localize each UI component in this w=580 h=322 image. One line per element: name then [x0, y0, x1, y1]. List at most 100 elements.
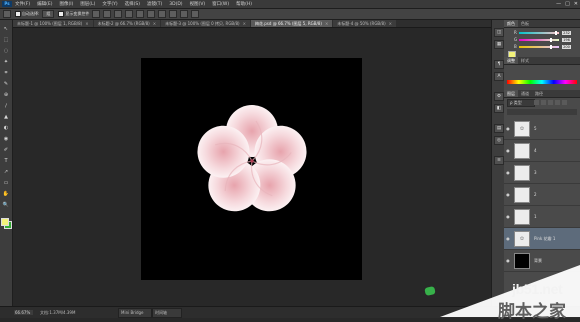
slider-thumb[interactable] [550, 44, 553, 49]
eye-icon[interactable]: ● [504, 126, 512, 131]
show-transform-checkbox[interactable]: 显示变换控件 [58, 11, 89, 17]
layer-row[interactable]: ● 2 [504, 184, 580, 206]
layer-row[interactable]: ● 3 [504, 162, 580, 184]
menu-image[interactable]: 图像(I) [59, 1, 73, 7]
align-bottom-icon[interactable] [114, 10, 123, 18]
tab-swatches[interactable]: 色板 [518, 20, 532, 27]
close-icon[interactable]: × [243, 21, 246, 26]
filter-type-icon[interactable] [548, 100, 553, 105]
properties-panel-icon[interactable]: ▤ [494, 124, 504, 133]
move-tool-icon[interactable]: ↖ [2, 26, 10, 33]
actions-panel-icon[interactable]: ▦ [494, 40, 504, 49]
slider-value[interactable]: 200 [562, 44, 571, 49]
info-panel-icon[interactable]: ◎ [494, 136, 504, 145]
slider-track[interactable] [519, 44, 559, 49]
crop-tool-icon[interactable]: ⌗ [2, 70, 10, 77]
shape-tool-icon[interactable]: ▭ [2, 180, 10, 187]
minimize-button[interactable]: — [556, 1, 561, 7]
menu-select[interactable]: 选择(S) [125, 1, 140, 7]
lasso-tool-icon[interactable]: ◌ [2, 48, 10, 55]
menu-edit[interactable]: 编辑(E) [37, 1, 52, 7]
document-canvas[interactable] [141, 58, 362, 280]
tab-doc-3[interactable]: 未标题-3 @ 100% (图层 0 拷贝, RGB/8) × [161, 20, 250, 27]
eye-icon[interactable]: ● [504, 214, 512, 219]
layer-name[interactable]: 1 [534, 214, 537, 219]
slider-value[interactable]: 196 [562, 37, 571, 42]
zoom-tool-icon[interactable]: 🔍 [2, 202, 10, 209]
auto-select-checkbox[interactable]: 自动选择: [15, 11, 39, 17]
eye-icon[interactable]: ● [504, 148, 512, 153]
character-panel-icon[interactable]: A [494, 72, 504, 81]
tab-channels[interactable]: 通道 [518, 90, 532, 97]
tab-doc-5[interactable]: 未标题-4 @ 50% (RGB/8) × [333, 20, 396, 27]
slider-thumb[interactable] [555, 30, 558, 35]
menu-file[interactable]: 文件(F) [15, 1, 30, 7]
menu-window[interactable]: 窗口(W) [212, 1, 229, 7]
layer-name[interactable]: Pink 花瓣 1 [534, 236, 555, 242]
stamp-tool-icon[interactable]: ▲ [2, 114, 10, 121]
tab-paths[interactable]: 路径 [532, 90, 546, 97]
tab-adjustments[interactable]: 调整 [504, 57, 518, 64]
history-panel-icon[interactable]: ◫ [494, 28, 504, 37]
color-spectrum[interactable] [507, 80, 577, 84]
menu-type[interactable]: 文字(Y) [102, 1, 117, 7]
slider-value[interactable]: 232 [562, 30, 571, 35]
menu-help[interactable]: 帮助(H) [236, 1, 252, 7]
tab-layers[interactable]: 图层 [504, 90, 518, 97]
align-right-icon[interactable] [147, 10, 156, 18]
close-icon[interactable]: × [325, 21, 328, 26]
layer-row[interactable]: ● ✿ 5 [504, 118, 580, 140]
align-left-icon[interactable] [125, 10, 134, 18]
path-select-icon[interactable]: ↗ [2, 169, 10, 176]
eye-icon[interactable]: ● [504, 258, 512, 263]
history-brush-icon[interactable]: ◐ [2, 125, 10, 132]
tab-color[interactable]: 颜色 [504, 20, 518, 27]
close-icon[interactable]: × [85, 21, 88, 26]
menu-filter[interactable]: 滤镜(T) [147, 1, 162, 7]
auto-select-dropdown[interactable]: 组 [42, 10, 55, 18]
filter-smart-icon[interactable] [562, 100, 567, 105]
eye-icon[interactable]: ● [504, 236, 512, 241]
move-tool-icon[interactable] [3, 10, 11, 18]
eye-icon[interactable]: ● [504, 170, 512, 175]
type-tool-icon[interactable]: T [2, 158, 10, 165]
layer-row[interactable]: ● 1 [504, 206, 580, 228]
layer-name[interactable]: 5 [534, 126, 537, 131]
align-top-icon[interactable] [92, 10, 101, 18]
distribute-3-icon[interactable] [180, 10, 189, 18]
layer-comps-icon[interactable]: ≡ [494, 156, 504, 165]
close-icon[interactable]: × [153, 21, 156, 26]
eraser-tool-icon[interactable]: ◉ [2, 136, 10, 143]
maximize-button[interactable]: □ [565, 1, 570, 7]
quick-select-tool-icon[interactable]: ✦ [2, 59, 10, 66]
hand-tool-icon[interactable]: ✋ [2, 191, 10, 198]
pen-tool-icon[interactable]: ✐ [2, 147, 10, 154]
slider-g[interactable]: G 196 [514, 37, 578, 42]
slider-track[interactable] [519, 30, 559, 35]
brush-tool-icon[interactable]: ∕ [2, 103, 10, 110]
eye-icon[interactable]: ● [504, 192, 512, 197]
menu-view[interactable]: 视图(V) [190, 1, 206, 7]
layer-row[interactable]: ● 4 [504, 140, 580, 162]
close-button[interactable]: ✕ [574, 1, 578, 7]
brush-settings-icon[interactable]: ⚙ [494, 92, 504, 101]
tab-doc-1[interactable]: 未标题-1 @ 100% (图层 1, RGB/8) × [13, 20, 93, 27]
layer-name[interactable]: 4 [534, 148, 537, 153]
eyedropper-tool-icon[interactable]: ✎ [2, 81, 10, 88]
distribute-icon[interactable] [158, 10, 167, 18]
slider-b[interactable]: B 200 [514, 44, 578, 49]
tab-doc-2[interactable]: 未标题-2 @ 66.7% (RGB/8) × [93, 20, 161, 27]
layer-name[interactable]: 2 [534, 192, 537, 197]
marquee-tool-icon[interactable]: ⬚ [2, 37, 10, 44]
close-icon[interactable]: × [389, 21, 392, 26]
foreground-color-swatch[interactable] [1, 218, 9, 226]
filter-pixel-icon[interactable] [534, 100, 539, 105]
layer-row-selected[interactable]: ● ✿ Pink 花瓣 1 [504, 228, 580, 250]
zoom-field[interactable]: 66.67% [14, 310, 33, 315]
layer-name[interactable]: 3 [534, 170, 537, 175]
filter-shape-icon[interactable] [555, 100, 560, 105]
align-center-icon[interactable] [136, 10, 145, 18]
layer-kind-filter[interactable]: ρ 类型 [507, 99, 535, 107]
slider-track[interactable] [519, 37, 559, 42]
tab-doc-active[interactable]: 梅花.psd @ 66.7% (图层 5, RGB/8) × [250, 20, 333, 27]
